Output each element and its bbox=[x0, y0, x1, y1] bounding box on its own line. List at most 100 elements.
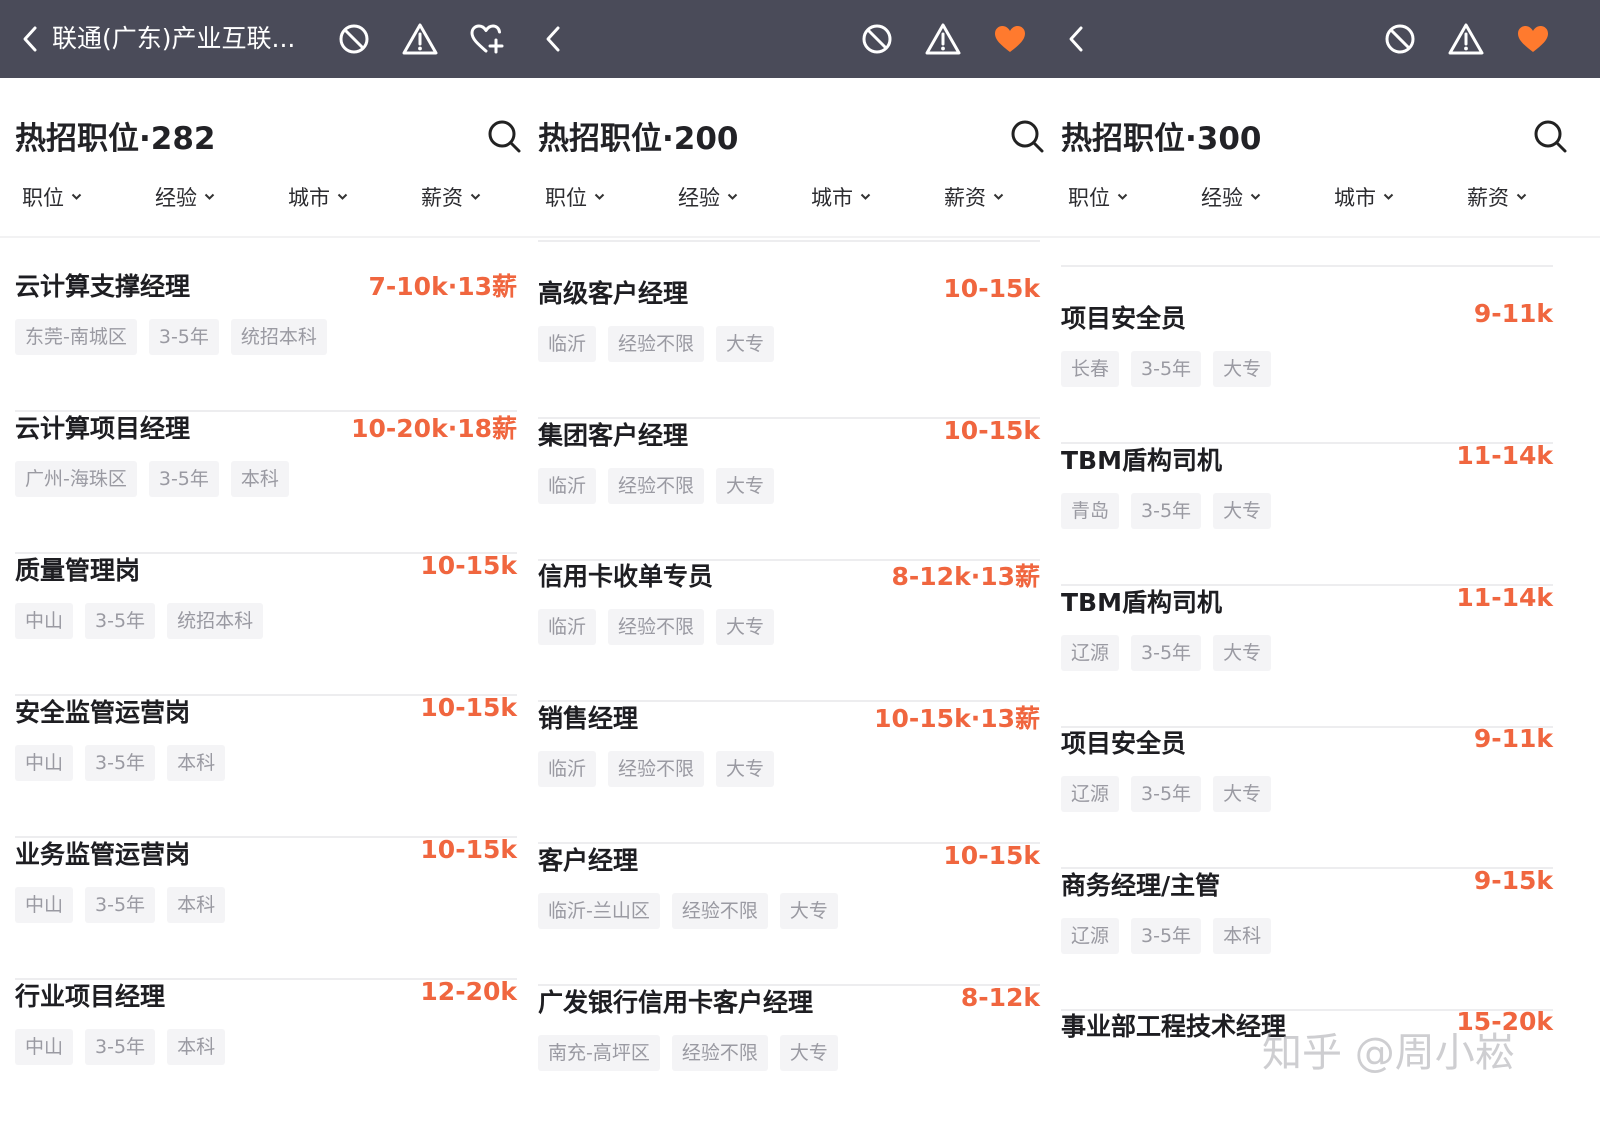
filter-position-label: 职位 bbox=[22, 186, 64, 210]
chevron-down-icon bbox=[1516, 193, 1527, 200]
top-bar bbox=[1046, 0, 1600, 78]
search-button[interactable] bbox=[1005, 114, 1046, 158]
chevron-down-icon bbox=[1117, 193, 1128, 200]
job-card[interactable]: 销售经理 10-15k·13薪 临沂 经验不限 大专 bbox=[538, 699, 1040, 844]
warning-icon bbox=[402, 23, 438, 55]
chevron-down-icon bbox=[71, 193, 82, 200]
block-button[interactable] bbox=[332, 17, 376, 61]
chevron-down-icon bbox=[594, 193, 605, 200]
job-title: 销售经理 bbox=[538, 704, 639, 733]
back-button[interactable] bbox=[1056, 19, 1096, 59]
like-button[interactable] bbox=[1511, 17, 1555, 61]
filter-position[interactable]: 职位 bbox=[22, 180, 82, 214]
job-tag-education: 本科 bbox=[230, 461, 289, 497]
job-title: 广发银行信用卡客户经理 bbox=[538, 988, 814, 1017]
filter-salary[interactable]: 薪资 bbox=[1467, 180, 1527, 214]
filter-experience[interactable]: 经验 bbox=[155, 180, 215, 214]
job-card[interactable]: 云计算支撑经理 7-10k·13薪 东莞-南城区 3-5年 统招本科 bbox=[15, 267, 517, 412]
job-title: 集团客户经理 bbox=[538, 421, 689, 450]
job-card[interactable]: 商务经理/主管 9-15k 辽源 3-5年 本科 bbox=[1061, 866, 1553, 1011]
job-tag-education: 本科 bbox=[167, 887, 226, 923]
job-card[interactable]: 客户经理 10-15k 临沂-兰山区 经验不限 大专 bbox=[538, 841, 1040, 986]
heart-filled-icon bbox=[995, 26, 1025, 52]
report-button[interactable] bbox=[921, 17, 965, 61]
job-salary: 8-12k bbox=[960, 983, 1040, 1012]
job-tag-experience: 3-5年 bbox=[1131, 351, 1202, 387]
job-card[interactable]: 行业项目经理 12-20k 中山 3-5年 本科 bbox=[15, 977, 517, 1121]
job-panel-3: 热招职位·300 职位 经验 城市 薪资 项目安全员 9-11k 长春 3-5年大… bbox=[1046, 0, 1600, 1135]
like-button[interactable] bbox=[465, 17, 509, 61]
filter-experience[interactable]: 经验 bbox=[678, 180, 738, 214]
report-button[interactable] bbox=[398, 17, 442, 61]
jobs-count-heading: 热招职位·200 bbox=[538, 121, 739, 157]
job-card[interactable]: 质量管理岗 10-15k 中山 3-5年 统招本科 bbox=[15, 551, 517, 696]
job-tag-education: 统招本科 bbox=[167, 603, 264, 639]
job-panel-1: 联通(广东)产业互联... 热招职位·282 职位 经验 城市 薪资 云计算支撑… bbox=[0, 0, 523, 1135]
job-card[interactable]: 信用卡收单专员 8-12k·13薪 临沂 经验不限 大专 bbox=[538, 557, 1040, 702]
filter-salary[interactable]: 薪资 bbox=[421, 180, 481, 214]
back-button[interactable] bbox=[533, 19, 573, 59]
job-card[interactable]: 云计算项目经理 10-20k·18薪 广州-海珠区 3-5年 本科 bbox=[15, 409, 517, 554]
job-card[interactable]: 广发银行信用卡客户经理 8-12k 南充-高坪区 经验不限 大专 bbox=[538, 983, 1040, 1127]
filter-experience[interactable]: 经验 bbox=[1201, 180, 1261, 214]
job-panel-2: 热招职位·200 职位 经验 城市 薪资 高级客户经理 10-15k 临沂 经验不… bbox=[523, 0, 1046, 1135]
job-title: 业务监管运营岗 bbox=[15, 840, 191, 869]
job-card[interactable]: 业务监管运营岗 10-15k 中山 3-5年 本科 bbox=[15, 835, 517, 980]
filter-salary[interactable]: 薪资 bbox=[944, 180, 1004, 214]
job-tag-experience: 经验不限 bbox=[608, 468, 705, 504]
back-button[interactable] bbox=[10, 19, 50, 59]
job-title: 质量管理岗 bbox=[15, 556, 141, 585]
job-title: 客户经理 bbox=[538, 846, 639, 875]
chevron-down-icon bbox=[470, 193, 481, 200]
job-card[interactable]: 集团客户经理 10-15k 临沂 经验不限 大专 bbox=[538, 416, 1040, 561]
job-tag-location: 临沂 bbox=[538, 468, 597, 504]
job-title: 信用卡收单专员 bbox=[538, 562, 714, 591]
chevron-down-icon bbox=[727, 193, 738, 200]
job-tag-education: 大专 bbox=[779, 893, 838, 929]
job-card[interactable]: 项目安全员 9-11k 长春 3-5年 大专 bbox=[1061, 299, 1553, 444]
search-icon bbox=[488, 120, 521, 153]
job-tag-location: 中山 bbox=[15, 603, 74, 639]
job-tag-location: 临沂 bbox=[538, 751, 597, 787]
filter-position[interactable]: 职位 bbox=[545, 180, 605, 214]
job-salary: 10-20k·18薪 bbox=[351, 414, 517, 443]
job-tag-location: 辽源 bbox=[1061, 918, 1120, 954]
job-title: 安全监管运营岗 bbox=[15, 698, 191, 727]
filter-city[interactable]: 城市 bbox=[288, 180, 348, 214]
block-button[interactable] bbox=[1378, 17, 1422, 61]
job-tag-education: 统招本科 bbox=[230, 319, 327, 355]
job-tag-experience: 3-5年 bbox=[148, 319, 219, 355]
filter-city[interactable]: 城市 bbox=[811, 180, 871, 214]
filter-position[interactable]: 职位 bbox=[1068, 180, 1128, 214]
job-card[interactable]: 安全监管运营岗 10-15k 中山 3-5年 本科 bbox=[15, 693, 517, 838]
job-card[interactable]: TBM盾构司机 11-14k 辽源 3-5年 大专 bbox=[1061, 583, 1553, 728]
job-tag-location: 长春 bbox=[1061, 351, 1120, 387]
search-button[interactable] bbox=[482, 114, 523, 158]
chevron-down-icon bbox=[993, 193, 1004, 200]
chevron-left-icon bbox=[546, 26, 560, 52]
heart-filled-icon bbox=[1518, 26, 1548, 52]
like-button[interactable] bbox=[988, 17, 1032, 61]
job-tag-location: 东莞-南城区 bbox=[15, 319, 137, 355]
job-tag-experience: 经验不限 bbox=[671, 893, 768, 929]
chevron-down-icon bbox=[860, 193, 871, 200]
job-card[interactable]: TBM盾构司机 11-14k 青岛 3-5年 大专 bbox=[1061, 441, 1553, 586]
search-button[interactable] bbox=[1528, 114, 1572, 158]
filter-city[interactable]: 城市 bbox=[1334, 180, 1394, 214]
job-card[interactable]: 项目安全员 9-11k 辽源 3-5年 大专 bbox=[1061, 724, 1553, 869]
filter-experience-label: 经验 bbox=[1201, 186, 1243, 210]
job-salary: 10-15k bbox=[943, 841, 1040, 870]
job-tag-location: 临沂 bbox=[538, 326, 597, 362]
job-tag-experience: 3-5年 bbox=[85, 1029, 156, 1065]
block-button[interactable] bbox=[855, 17, 899, 61]
job-title: 项目安全员 bbox=[1061, 304, 1187, 333]
job-salary: 8-12k·13薪 bbox=[891, 562, 1040, 591]
chevron-down-icon bbox=[337, 193, 348, 200]
job-salary: 10-15k bbox=[420, 693, 517, 722]
report-button[interactable] bbox=[1444, 17, 1488, 61]
filter-city-label: 城市 bbox=[1334, 186, 1376, 210]
job-tag-experience: 3-5年 bbox=[1131, 493, 1202, 529]
job-title: 行业项目经理 bbox=[15, 982, 166, 1011]
job-card[interactable]: 高级客户经理 10-15k 临沂 经验不限 大专 bbox=[538, 274, 1040, 419]
top-bar bbox=[523, 0, 1046, 78]
